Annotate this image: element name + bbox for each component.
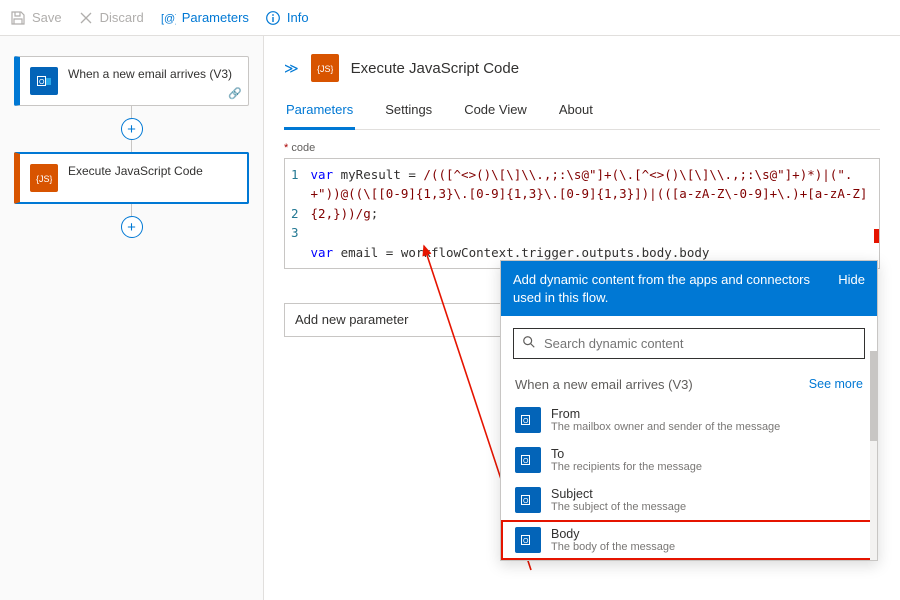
info-label: Info xyxy=(287,10,309,25)
discard-label: Discard xyxy=(100,10,144,25)
code-editor[interactable]: 123 var myResult = /(([^<>()\[\]\\.,;:\s… xyxy=(284,158,880,269)
dynamic-group-title: When a new email arrives (V3) xyxy=(515,377,693,392)
info-icon xyxy=(265,10,281,26)
tab-about[interactable]: About xyxy=(557,96,595,129)
outlook-icon: O xyxy=(515,487,541,513)
parameters-label: Parameters xyxy=(182,10,249,25)
parameters-button[interactable]: [@] Parameters xyxy=(160,10,249,26)
search-icon xyxy=(522,335,536,352)
tab-bar: Parameters Settings Code View About xyxy=(284,96,880,130)
tab-settings[interactable]: Settings xyxy=(383,96,434,129)
connector-end: + xyxy=(14,204,249,238)
dynamic-item-subject[interactable]: O SubjectThe subject of the message xyxy=(501,480,877,520)
info-button[interactable]: Info xyxy=(265,10,309,26)
link-icon: 🔗 xyxy=(228,87,242,100)
outlook-icon: O xyxy=(30,67,58,95)
outlook-icon: O xyxy=(515,527,541,553)
svg-text:O: O xyxy=(523,538,529,545)
code-field-label: * code xyxy=(284,142,880,154)
svg-text:{JS}: {JS} xyxy=(317,64,333,74)
code-content[interactable]: var myResult = /(([^<>()\[\]\\.,;:\s@"]+… xyxy=(307,159,879,268)
trigger-card[interactable]: O When a new email arrives (V3) 🔗 xyxy=(14,56,249,106)
action-card[interactable]: {JS} Execute JavaScript Code xyxy=(14,152,249,204)
tab-parameters[interactable]: Parameters xyxy=(284,96,355,130)
scrollbar-thumb[interactable] xyxy=(870,351,877,441)
dynamic-content-panel: Add dynamic content from the apps and co… xyxy=(500,260,878,561)
scrollbar[interactable] xyxy=(870,351,877,560)
line-gutter: 123 xyxy=(285,159,307,268)
dynamic-item-body[interactable]: O BodyThe body of the message xyxy=(501,520,877,560)
svg-text:O: O xyxy=(523,418,529,425)
tab-codeview[interactable]: Code View xyxy=(462,96,529,129)
see-more-link[interactable]: See more xyxy=(809,377,863,392)
dynamic-search[interactable] xyxy=(513,328,865,359)
dynamic-item-to[interactable]: O ToThe recipients for the message xyxy=(501,440,877,480)
parameters-icon: [@] xyxy=(160,10,176,26)
save-label: Save xyxy=(32,10,62,25)
svg-text:O: O xyxy=(523,498,529,505)
save-icon xyxy=(10,10,26,26)
discard-button[interactable]: Discard xyxy=(78,10,144,26)
svg-text:{JS}: {JS} xyxy=(36,174,52,184)
collapse-icon[interactable]: ≫ xyxy=(284,60,299,77)
dynamic-search-input[interactable] xyxy=(544,336,856,351)
dynamic-header-text: Add dynamic content from the apps and co… xyxy=(513,271,813,306)
save-button[interactable]: Save xyxy=(10,10,62,26)
error-marker xyxy=(874,229,879,243)
add-param-label: Add new parameter xyxy=(295,312,408,327)
js-icon: {JS} xyxy=(30,164,58,192)
workflow-canvas: O When a new email arrives (V3) 🔗 + {JS}… xyxy=(0,36,264,600)
add-step-button[interactable]: + xyxy=(121,118,143,140)
action-title: Execute JavaScript Code xyxy=(68,164,203,180)
svg-text:O: O xyxy=(523,458,529,465)
top-toolbar: Save Discard [@] Parameters Info xyxy=(0,0,900,36)
connector: + xyxy=(14,106,249,152)
svg-text:[@]: [@] xyxy=(161,13,176,25)
page-title: Execute JavaScript Code xyxy=(351,60,519,77)
discard-icon xyxy=(78,10,94,26)
dynamic-item-from[interactable]: O FromThe mailbox owner and sender of th… xyxy=(501,400,877,440)
js-icon-header: {JS} xyxy=(311,54,339,82)
svg-text:O: O xyxy=(39,79,45,86)
hide-button[interactable]: Hide xyxy=(838,271,865,306)
outlook-icon: O xyxy=(515,447,541,473)
outlook-icon: O xyxy=(515,407,541,433)
trigger-title: When a new email arrives (V3) xyxy=(68,67,232,83)
add-step-button-2[interactable]: + xyxy=(121,216,143,238)
